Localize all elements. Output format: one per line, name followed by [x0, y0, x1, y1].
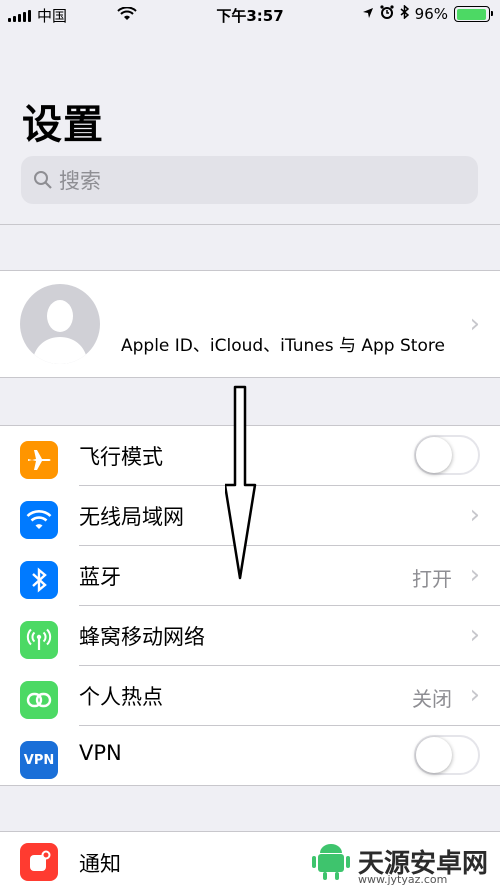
bluetooth-icon — [20, 561, 58, 599]
setting-row-cellular[interactable]: 蜂窝移动网络 › — [0, 606, 500, 666]
setting-label: 通知 — [79, 852, 121, 876]
setting-label: VPN — [79, 741, 122, 765]
hotspot-icon — [20, 681, 58, 719]
profile-subtitle: Apple ID、iCloud、iTunes 与 App Store — [121, 336, 445, 356]
vpn-toggle[interactable] — [414, 735, 480, 775]
down-arrow-annotation — [225, 385, 257, 580]
android-logo-icon — [312, 844, 350, 880]
airplane-icon — [20, 441, 58, 479]
setting-row-vpn[interactable]: VPN VPN — [0, 726, 500, 786]
apple-id-row[interactable]: Apple ID、iCloud、iTunes 与 App Store › — [0, 270, 500, 378]
page-title: 设置 — [22, 102, 104, 148]
setting-label: 无线局域网 — [79, 505, 184, 529]
alarm-icon — [380, 5, 394, 23]
cellular-icon — [20, 621, 58, 659]
avatar — [20, 284, 100, 364]
chevron-right-icon: › — [469, 620, 480, 650]
search-icon — [34, 171, 52, 189]
section-divider — [0, 224, 500, 225]
search-placeholder: 搜索 — [59, 169, 101, 193]
bluetooth-status-icon — [400, 4, 409, 23]
vpn-icon: VPN — [20, 741, 58, 779]
battery-percent: 96% — [414, 5, 448, 23]
status-bar: 中国 下午3:57 96% — [0, 0, 500, 30]
chevron-right-icon: › — [469, 560, 480, 590]
chevron-right-icon: › — [469, 680, 480, 710]
notifications-icon — [20, 843, 58, 881]
setting-row-hotspot[interactable]: 个人热点 关闭 › — [0, 666, 500, 726]
chevron-right-icon: › — [469, 309, 480, 339]
setting-value: 打开 — [412, 567, 452, 591]
airplane-mode-toggle[interactable] — [414, 435, 480, 475]
setting-label: 蜂窝移动网络 — [79, 625, 205, 649]
watermark-url: www.jytyaz.com — [358, 873, 448, 886]
setting-value: 关闭 — [412, 687, 452, 711]
wifi-icon — [20, 501, 58, 539]
location-icon — [362, 5, 374, 23]
setting-label: 飞行模式 — [79, 445, 163, 469]
watermark: 天源安卓网 www.jytyaz.com — [310, 840, 488, 886]
search-input[interactable]: 搜索 — [21, 156, 478, 204]
setting-label: 个人热点 — [79, 685, 163, 709]
setting-label: 蓝牙 — [79, 565, 121, 589]
chevron-right-icon: › — [469, 500, 480, 530]
battery-icon — [454, 6, 493, 22]
